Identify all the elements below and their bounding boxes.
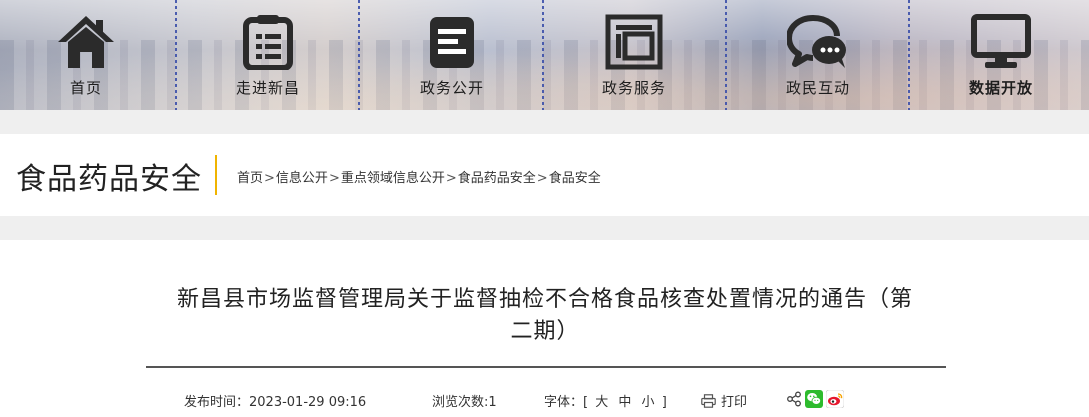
- breadcrumb-separator: >: [328, 171, 340, 186]
- nav-item-open-data[interactable]: 数据开放: [911, 0, 1089, 110]
- nav-divider: [725, 0, 727, 110]
- font-size-medium-button[interactable]: 中: [615, 395, 634, 410]
- section-header: 食品药品安全 首页>信息公开>重点领域信息公开>食品药品安全>食品安全: [0, 134, 1089, 216]
- nav-label: 首页: [69, 79, 102, 97]
- spacer-band: [0, 216, 1089, 240]
- nav-label: 政务服务: [601, 79, 666, 97]
- nav-label: 数据开放: [968, 79, 1033, 97]
- breadcrumb-link-info-public[interactable]: 信息公开: [276, 171, 328, 186]
- print-label: 打印: [721, 395, 748, 410]
- nav-item-interaction[interactable]: 政民互动: [728, 0, 908, 110]
- views-label: 浏览次数:: [432, 395, 489, 410]
- weibo-icon[interactable]: [826, 390, 844, 408]
- title-divider: [146, 366, 946, 368]
- nav-item-about[interactable]: 走进新昌: [178, 0, 358, 110]
- nav-divider: [908, 0, 910, 110]
- font-size-control: 字体：[ 大 中 小 ]: [544, 391, 667, 410]
- section-title: 食品药品安全: [16, 162, 202, 197]
- article-title: 新昌县市场监督管理局关于监督抽检不合格食品核查处置情况的通告（第 二期）: [130, 284, 960, 348]
- main-nav: 首页 走进新昌 政务公开 政务服务 政民互动 数据开放: [0, 0, 1089, 110]
- service-window-icon: [603, 12, 665, 70]
- nav-item-gov-affairs[interactable]: 政务公开: [362, 0, 542, 110]
- publish-info: 发布时间：2023-01-29 09:16: [184, 391, 366, 410]
- share-icon[interactable]: [786, 391, 802, 407]
- article-title-line: 二期）: [510, 319, 580, 344]
- publish-label: 发布时间：: [184, 395, 250, 410]
- nav-item-home[interactable]: 首页: [0, 0, 176, 110]
- view-count-info: 浏览次数:1: [432, 391, 497, 410]
- home-icon: [55, 12, 117, 70]
- font-size-large-button[interactable]: 大: [592, 395, 611, 410]
- article-title-line: 新昌县市场监督管理局关于监督抽检不合格食品核查处置情况的通告（第: [176, 287, 913, 312]
- publish-time: 2023-01-29 09:16: [249, 395, 367, 410]
- breadcrumb-separator: >: [445, 171, 457, 186]
- font-label: 字体：[: [544, 395, 589, 410]
- share-bar: [786, 390, 847, 408]
- nav-label: 走进新昌: [235, 79, 300, 97]
- printer-icon: [701, 393, 716, 408]
- views-count: 1: [488, 395, 497, 410]
- breadcrumb-separator: >: [264, 171, 275, 186]
- nav-label: 政务公开: [419, 79, 484, 97]
- document-list-icon: [237, 12, 299, 70]
- monitor-icon: [970, 12, 1032, 70]
- top-nav-banner: 首页 走进新昌 政务公开 政务服务 政民互动 数据开放: [0, 0, 1089, 110]
- wechat-icon[interactable]: [805, 390, 823, 408]
- breadcrumb-link-food-drug-safety[interactable]: 食品药品安全: [458, 171, 536, 186]
- print-button[interactable]: 打印: [701, 391, 747, 410]
- breadcrumb: 首页>信息公开>重点领域信息公开>食品药品安全>食品安全: [237, 167, 601, 186]
- article: 新昌县市场监督管理局关于监督抽检不合格食品核查处置情况的通告（第 二期） 发布时…: [0, 240, 1089, 417]
- breadcrumb-link-food-safety[interactable]: 食品安全: [549, 171, 601, 186]
- section-title-separator: [215, 155, 217, 195]
- font-bracket-close: ]: [661, 395, 667, 410]
- nav-label: 政民互动: [785, 79, 850, 97]
- nav-item-gov-services[interactable]: 政务服务: [544, 0, 724, 110]
- breadcrumb-link-home[interactable]: 首页: [237, 171, 263, 186]
- notebook-icon: [421, 12, 483, 70]
- breadcrumb-link-key-areas[interactable]: 重点领域信息公开: [341, 171, 445, 186]
- font-size-small-button[interactable]: 小: [639, 395, 658, 410]
- nav-divider: [175, 0, 177, 110]
- spacer-band: [0, 110, 1089, 134]
- nav-divider: [358, 0, 360, 110]
- breadcrumb-separator: >: [536, 171, 548, 186]
- chat-bubbles-icon: [787, 12, 849, 70]
